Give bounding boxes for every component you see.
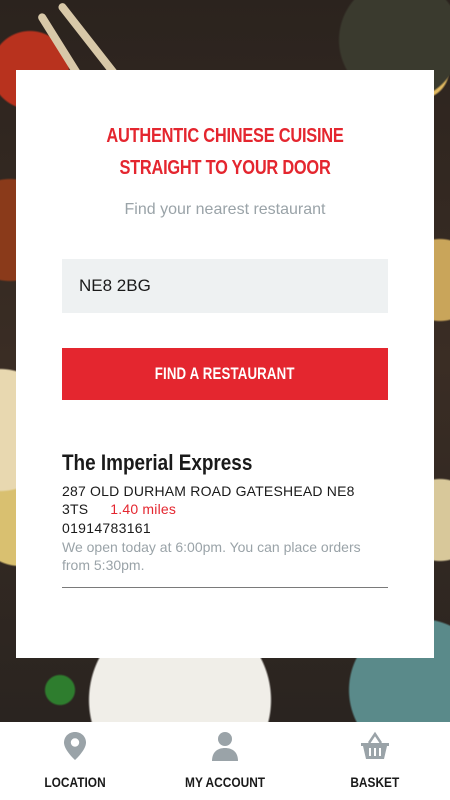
- nav-location-label: LOCATION: [44, 774, 106, 790]
- location-pin-icon: [64, 732, 86, 760]
- find-restaurant-button[interactable]: FIND A RESTAURANT: [62, 348, 388, 400]
- basket-icon: [361, 731, 389, 759]
- page-headline: AUTHENTIC CHINESE CUISINE STRAIGHT TO YO…: [106, 125, 344, 179]
- restaurant-address: 287 OLD DURHAM ROAD GATESHEAD NE8 3TS 1.4…: [62, 482, 388, 518]
- nav-basket-label: BASKET: [350, 774, 400, 790]
- restaurant-distance: 1.40 miles: [110, 501, 177, 517]
- restaurant-result[interactable]: The Imperial Express 287 OLD DURHAM ROAD…: [62, 450, 388, 574]
- restaurant-phone: 01914783161: [62, 520, 151, 536]
- account-icon: [212, 732, 238, 761]
- nav-basket[interactable]: BASKET: [300, 722, 450, 800]
- opening-hours-note: We open today at 6:00pm. You can place o…: [62, 539, 361, 573]
- nav-my-account[interactable]: MY ACCOUNT: [150, 722, 300, 800]
- restaurant-address-text: 287 OLD DURHAM ROAD GATESHEAD NE8 3TS: [62, 483, 355, 517]
- postcode-input[interactable]: [62, 259, 388, 313]
- nav-my-account-label: MY ACCOUNT: [184, 774, 266, 790]
- find-restaurant-button-label: FIND A RESTAURANT: [155, 364, 295, 383]
- result-divider: [62, 587, 388, 588]
- restaurant-name[interactable]: The Imperial Express: [62, 450, 252, 476]
- nav-location[interactable]: LOCATION: [0, 722, 150, 800]
- find-restaurant-subtitle: Find your nearest restaurant: [124, 201, 326, 218]
- bottom-navigation: LOCATION MY ACCOUNT BASKET: [0, 722, 450, 800]
- restaurant-finder-card: AUTHENTIC CHINESE CUISINE STRAIGHT TO YO…: [16, 70, 434, 658]
